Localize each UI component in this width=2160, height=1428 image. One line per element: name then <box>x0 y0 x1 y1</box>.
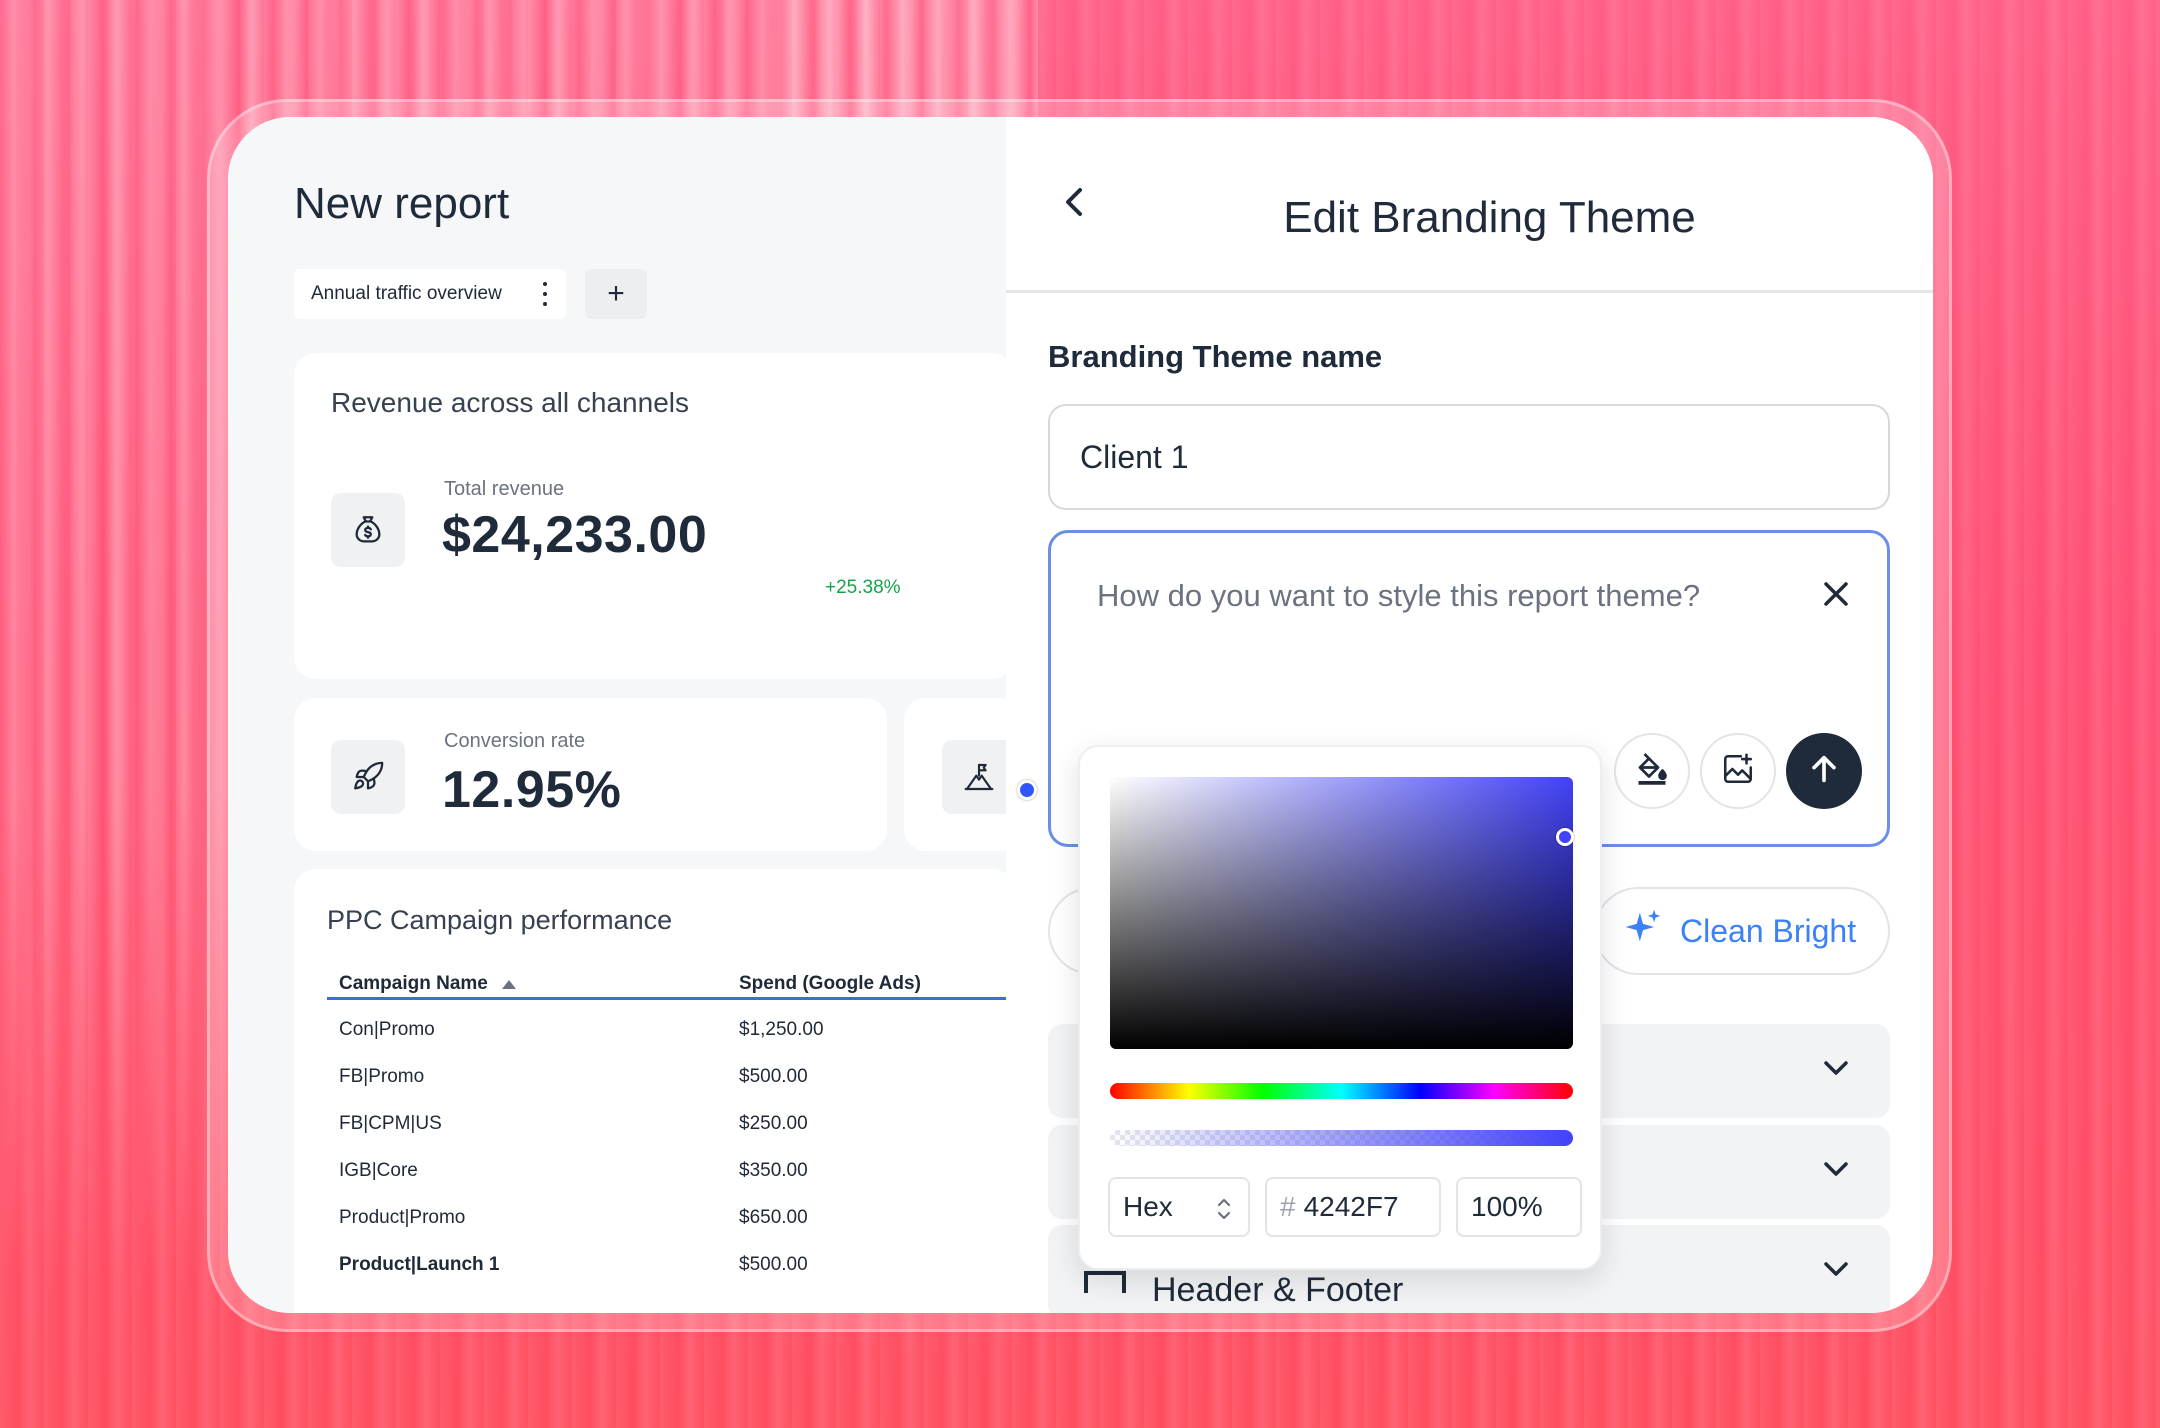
theme-name-input[interactable]: Client 1 <box>1048 404 1890 510</box>
chevron-down-icon <box>1822 1058 1850 1078</box>
suggestion-chip-clean-bright[interactable]: Clean Bright <box>1594 887 1890 975</box>
card-title: PPC Campaign performance <box>327 905 673 935</box>
metric-label: Total revenue <box>444 478 565 500</box>
panel-title: Edit Branding Theme <box>1283 193 1696 242</box>
table-body: Con|Promo $1,250.00 FB|Promo $500.00 FB|CP… <box>327 1009 1017 1291</box>
table-row: Product|Launch 1 $500.00 <box>339 1254 808 1275</box>
alpha-slider[interactable] <box>1110 1130 1573 1146</box>
metric-value: $24,233.00 <box>442 506 708 564</box>
alpha-input[interactable]: 100% <box>1456 1177 1582 1237</box>
color-picker-popover: Hex # 4242F7 100% <box>1078 745 1602 1270</box>
table-row: FB|Promo $500.00 <box>339 1066 808 1087</box>
hue-slider[interactable] <box>1110 1083 1573 1099</box>
send-button[interactable] <box>1786 733 1862 809</box>
sparkle-icon <box>1624 908 1662 954</box>
page-title: New report <box>294 179 510 228</box>
mountain-flag-icon <box>942 740 1016 814</box>
table-row: FB|CPM|US $250.00 <box>339 1113 808 1134</box>
revenue-card: Revenue across all channels Total revenu… <box>294 353 1014 679</box>
paint-bucket-button[interactable] <box>1614 733 1690 809</box>
style-prompt-placeholder: How do you want to style this report the… <box>1097 578 1701 613</box>
conversion-card: Conversion rate 12.95% <box>294 698 887 851</box>
saturation-value-handle[interactable] <box>1103 670 1123 690</box>
table-row: Product|Promo $650.00 <box>339 1207 808 1228</box>
sort-asc-icon <box>501 979 516 989</box>
table-row: Con|Promo $1,250.00 <box>339 1019 824 1040</box>
money-bag-icon <box>331 493 405 567</box>
column-header-campaign-name[interactable]: Campaign Name <box>339 973 516 995</box>
card-title: Revenue across all channels <box>331 387 689 418</box>
image-add-icon <box>1721 752 1755 791</box>
report-panel: New report Annual traffic overview + Rev… <box>228 117 1024 1313</box>
chevron-down-icon <box>1822 1259 1850 1279</box>
table-header: Campaign Name Spend (Google Ads) <box>327 963 1017 1000</box>
kebab-menu-icon[interactable] <box>542 282 548 306</box>
chip-label: Clean Bright <box>1680 912 1857 949</box>
metric-value: 12.95% <box>442 761 622 819</box>
header-footer-icon <box>1084 1271 1126 1293</box>
paint-bucket-icon <box>1634 751 1670 792</box>
alpha-handle[interactable] <box>1556 828 1574 846</box>
color-mode-select[interactable]: Hex <box>1108 1177 1250 1237</box>
panel-header: Edit Branding Theme <box>1006 117 1933 293</box>
tab-annual-traffic-overview[interactable]: Annual traffic overview <box>294 269 566 319</box>
metric-delta: +25.38% <box>825 577 901 598</box>
theme-name-label: Branding Theme name <box>1048 339 1383 374</box>
rocket-icon <box>331 740 405 814</box>
column-header-spend[interactable]: Spend (Google Ads) <box>739 973 921 995</box>
table-row: IGB|Core $350.00 <box>339 1160 808 1181</box>
ppc-campaign-card: PPC Campaign performance Campaign Name S… <box>294 869 1017 1313</box>
updown-icon <box>1216 1195 1232 1223</box>
hex-input[interactable]: # 4242F7 <box>1265 1177 1441 1237</box>
add-image-button[interactable] <box>1700 733 1776 809</box>
metric-label: Conversion rate <box>444 730 586 752</box>
arrow-up-icon <box>1807 752 1841 791</box>
accordion-label: Header & Footer <box>1152 1271 1404 1309</box>
close-icon[interactable] <box>1821 579 1851 609</box>
saturation-value-area[interactable] <box>1110 777 1573 1049</box>
hue-handle[interactable] <box>1017 780 1037 800</box>
add-tab-button[interactable]: + <box>585 269 647 319</box>
tab-label: Annual traffic overview <box>311 283 502 304</box>
chevron-down-icon <box>1822 1159 1850 1179</box>
